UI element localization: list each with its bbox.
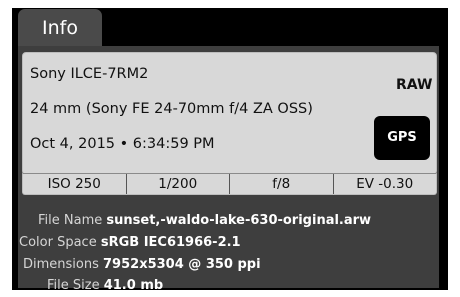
exposure-bar: ISO 250 1/200 f/8 EV -0.30: [22, 173, 437, 195]
meta-file-name: File Name sunset,-waldo-lake-630-origina…: [38, 213, 371, 228]
meta-label: Color Space: [19, 235, 97, 250]
meta-value: 41.0 mb: [103, 278, 164, 293]
raw-badge: RAW: [396, 77, 433, 93]
meta-value: sunset,-waldo-lake-630-original.arw: [106, 213, 372, 228]
tab-info[interactable]: Info: [18, 9, 102, 47]
info-panel: Info Sony ILCE-7RM2 24 mm (Sony FE 24-70…: [12, 8, 448, 293]
meta-label: Dimensions: [23, 257, 99, 272]
iso-value: ISO 250: [47, 176, 101, 192]
info-content: Sony ILCE-7RM2 24 mm (Sony FE 24-70mm f/…: [18, 46, 439, 293]
meta-label: File Name: [38, 213, 103, 228]
lens-info: 24 mm (Sony FE 24-70mm f/4 ZA OSS): [30, 101, 313, 117]
camera-summary: Sony ILCE-7RM2 24 mm (Sony FE 24-70mm f/…: [22, 52, 437, 175]
camera-model: Sony ILCE-7RM2: [30, 66, 149, 82]
meta-value: 7952x5304 @ 350 ppi: [103, 257, 261, 272]
exposure-bias: EV -0.30: [332, 174, 437, 194]
meta-label: File Size: [47, 278, 100, 293]
meta-file-size: File Size 41.0 mb: [47, 278, 163, 293]
shutter-speed: 1/200: [125, 174, 230, 194]
meta-value: sRGB IEC61966-2.1: [100, 235, 241, 250]
gps-button[interactable]: GPS: [374, 116, 430, 160]
meta-color-space: Color Space sRGB IEC61966-2.1: [19, 235, 241, 250]
meta-dimensions: Dimensions 7952x5304 @ 350 ppi: [23, 257, 261, 272]
aperture: f/8: [229, 174, 333, 194]
capture-datetime: Oct 4, 2015 • 6:34:59 PM: [30, 136, 215, 152]
